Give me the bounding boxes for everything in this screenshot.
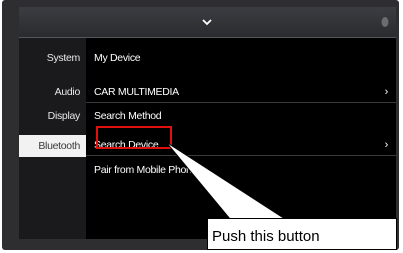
head-unit-bezel: System Audio Display Bluetooth My Device… [2,0,399,250]
sidebar-item-bluetooth[interactable]: Bluetooth [19,135,86,157]
chevron-right-icon: › [384,86,389,98]
sidebar-item-display[interactable]: Display [19,105,86,127]
chevron-down-icon[interactable] [201,16,213,28]
list-item-label: CAR MULTIMEDIA [94,86,179,98]
highlight-box [96,126,172,149]
list-item-label: Search Method [94,110,162,122]
settings-sidebar: System Audio Display Bluetooth [19,38,86,239]
pair-from-mobile-phone-button[interactable]: Pair from Mobile Phone [86,159,396,181]
sidebar-item-audio[interactable]: Audio [19,81,86,103]
top-bar [19,7,396,38]
list-item-car-multimedia[interactable]: CAR MULTIMEDIA › [86,81,396,103]
callout-text: Push this button [212,228,320,245]
bluetooth-status-icon [381,17,389,27]
list-item-search-method: Search Method [86,105,396,127]
list-item-label: Pair from Mobile Phone [94,164,198,176]
list-item-label: My Device [94,52,141,64]
chevron-right-icon: › [384,139,389,151]
sidebar-item-system[interactable]: System [19,47,86,69]
display-screen: System Audio Display Bluetooth My Device… [19,7,396,239]
list-item-my-device: My Device [86,47,396,69]
